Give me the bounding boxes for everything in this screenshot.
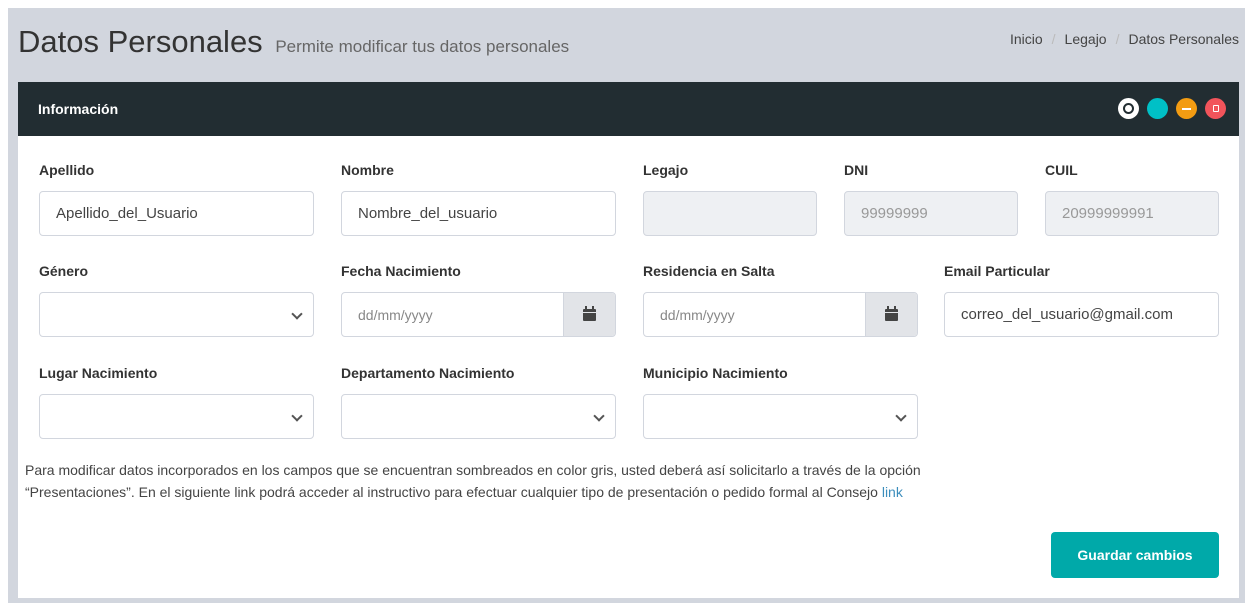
- chevron-down-icon: [593, 410, 605, 422]
- fecha-nacimiento-calendar-button[interactable]: [563, 293, 615, 336]
- genero-select[interactable]: [39, 292, 314, 337]
- apellido-label: Apellido: [39, 162, 95, 178]
- breadcrumb-separator: /: [1051, 31, 1056, 47]
- departamento-nacimiento-select[interactable]: [341, 394, 616, 439]
- dni-label: DNI: [844, 162, 869, 178]
- municipio-nacimiento-label: Municipio Nacimiento: [643, 365, 788, 381]
- breadcrumb-item-legajo[interactable]: Legajo: [1065, 31, 1107, 47]
- page-subtitle: Permite modificar tus datos personales: [275, 37, 570, 56]
- move-button[interactable]: [1118, 98, 1139, 119]
- residencia-salta-placeholder: dd/mm/yyyy: [660, 306, 735, 323]
- close-icon: [1205, 98, 1226, 119]
- info-line-2: “Presentaciones”. En el siguiente link p…: [25, 481, 1225, 503]
- minus-icon: [1176, 98, 1197, 119]
- info-paragraph: Para modificar datos incorporados en los…: [25, 459, 1225, 503]
- breadcrumb: Inicio / Legajo / Datos Personales: [1010, 31, 1239, 47]
- info-box: Información Apellido Apellido_del_Usuari…: [18, 82, 1239, 598]
- instructivo-link[interactable]: link: [882, 484, 903, 500]
- residencia-salta-input[interactable]: dd/mm/yyyy: [643, 292, 918, 337]
- genero-label: Género: [39, 263, 89, 279]
- cuil-input: 20999999991: [1045, 191, 1219, 236]
- page-title-text: Datos Personales: [18, 24, 263, 59]
- refresh-icon: [1147, 98, 1168, 119]
- info-line-2-text: “Presentaciones”. En el siguiente link p…: [25, 484, 878, 500]
- municipio-nacimiento-select[interactable]: [643, 394, 918, 439]
- apellido-input[interactable]: Apellido_del_Usuario: [39, 191, 314, 236]
- info-line-1: Para modificar datos incorporados en los…: [25, 462, 921, 478]
- nombre-input[interactable]: Nombre_del_usuario: [341, 191, 616, 236]
- email-value: correo_del_usuario@gmail.com: [961, 306, 1173, 323]
- departamento-nacimiento-label: Departamento Nacimiento: [341, 365, 515, 381]
- email-input[interactable]: correo_del_usuario@gmail.com: [944, 292, 1219, 337]
- close-button[interactable]: [1205, 98, 1226, 119]
- residencia-salta-calendar-button[interactable]: [865, 293, 917, 336]
- cuil-label: CUIL: [1045, 162, 1078, 178]
- lugar-nacimiento-label: Lugar Nacimiento: [39, 365, 158, 381]
- breadcrumb-item-inicio[interactable]: Inicio: [1010, 31, 1043, 47]
- calendar-icon: [885, 305, 898, 321]
- lugar-nacimiento-select[interactable]: [39, 394, 314, 439]
- minimize-button[interactable]: [1176, 98, 1197, 119]
- box-title: Información: [38, 101, 119, 117]
- apellido-value: Apellido_del_Usuario: [56, 205, 198, 222]
- fecha-nacimiento-placeholder: dd/mm/yyyy: [358, 306, 433, 323]
- chevron-down-icon: [291, 410, 303, 422]
- fecha-nacimiento-input[interactable]: dd/mm/yyyy: [341, 292, 616, 337]
- box-header: Información: [18, 82, 1239, 136]
- dni-input: 99999999: [844, 191, 1018, 236]
- nombre-label: Nombre: [341, 162, 394, 178]
- page-title: Datos Personales Permite modificar tus d…: [18, 24, 569, 60]
- breadcrumb-item-current: Datos Personales: [1128, 31, 1239, 47]
- move-icon: [1118, 98, 1139, 119]
- refresh-button[interactable]: [1147, 98, 1168, 119]
- legajo-label: Legajo: [643, 162, 689, 178]
- chevron-down-icon: [291, 308, 303, 320]
- cuil-value: 20999999991: [1062, 205, 1154, 222]
- save-button[interactable]: Guardar cambios: [1051, 532, 1219, 578]
- residencia-salta-label: Residencia en Salta: [643, 263, 775, 279]
- legajo-input: [643, 191, 817, 236]
- fecha-nacimiento-label: Fecha Nacimiento: [341, 263, 461, 279]
- calendar-icon: [583, 305, 596, 321]
- breadcrumb-separator: /: [1115, 31, 1120, 47]
- box-tools: [1118, 98, 1226, 119]
- email-label: Email Particular: [944, 263, 1050, 279]
- dni-value: 99999999: [861, 205, 928, 222]
- chevron-down-icon: [895, 410, 907, 422]
- content-header: Datos Personales Permite modificar tus d…: [18, 22, 1243, 72]
- nombre-value: Nombre_del_usuario: [358, 205, 498, 222]
